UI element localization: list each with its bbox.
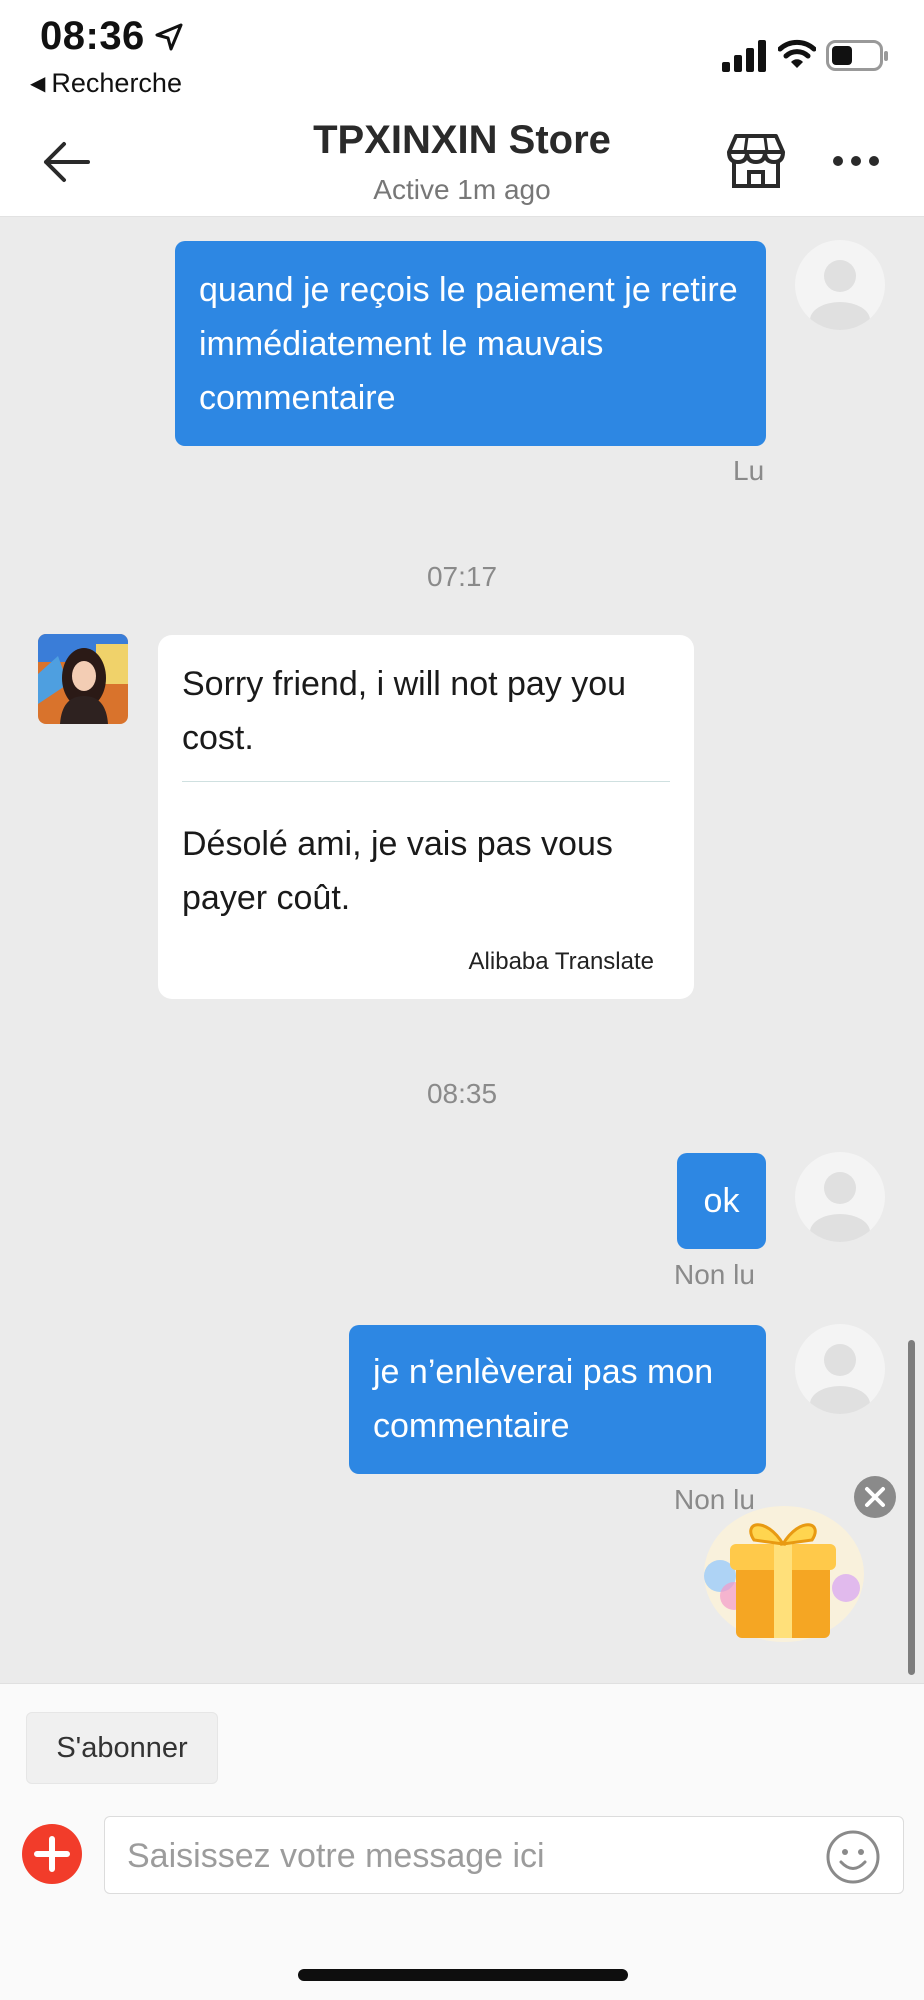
message-translated-text: Désolé ami, je vais pas vous payer coût. (182, 825, 613, 917)
user-avatar (795, 240, 885, 330)
scrollbar[interactable] (908, 1340, 915, 1675)
incoming-message[interactable]: Sorry friend, i will not pay you cost. D… (158, 635, 694, 999)
gift-icon[interactable] (696, 1496, 866, 1646)
outgoing-message[interactable]: ok (677, 1153, 766, 1249)
signal-icon (722, 40, 766, 72)
outgoing-message[interactable]: je n’enlèverai pas mon commentaire (349, 1325, 766, 1474)
status-time: 08:36 (40, 14, 145, 58)
home-indicator[interactable] (298, 1969, 628, 1981)
outgoing-message[interactable]: quand je reçois le paiement je retire im… (175, 241, 766, 446)
message-text: je n’enlèverai pas mon commentaire (373, 1353, 714, 1445)
chat-screen: 08:36 ◀ Recherche TPXINXIN Store Active 1… (0, 0, 924, 2000)
user-avatar (795, 1324, 885, 1414)
message-original-text: Sorry friend, i will not pay you cost. (182, 665, 627, 757)
message-text: quand je reçois le paiement je retire im… (199, 271, 738, 417)
location-arrow-icon (155, 23, 183, 51)
chat-header: TPXINXIN Store Active 1m ago (0, 110, 924, 217)
message-input[interactable]: Saisissez votre message ici (104, 1816, 904, 1894)
timestamp: 08:35 (426, 1078, 498, 1109)
emoji-icon[interactable] (825, 1829, 881, 1885)
message-text: ok (703, 1182, 740, 1220)
read-status: Lu (733, 455, 765, 486)
composer-area: S'abonner Saisissez votre message ici (0, 1683, 924, 2000)
plus-icon[interactable] (22, 1824, 82, 1884)
translate-attribution: Alibaba Translate (468, 948, 654, 975)
back-to-app-link[interactable]: ◀ Recherche (30, 68, 182, 99)
store-icon[interactable] (726, 132, 786, 190)
unread-status: Non lu (674, 1259, 755, 1290)
more-icon[interactable] (832, 154, 880, 168)
message-list[interactable]: quand je reçois le paiement je retire im… (0, 218, 924, 1683)
message-input-placeholder: Saisissez votre message ici (127, 1837, 545, 1875)
battery-icon (826, 40, 888, 71)
user-avatar (795, 1152, 885, 1242)
back-to-app-label: Recherche (51, 68, 182, 98)
status-bar: 08:36 ◀ Recherche (0, 0, 924, 110)
timestamp: 07:17 (426, 561, 498, 592)
translation-divider (182, 781, 670, 782)
seller-avatar[interactable] (38, 634, 128, 724)
wifi-icon (778, 39, 816, 68)
subscribe-button[interactable]: S'abonner (26, 1712, 218, 1784)
